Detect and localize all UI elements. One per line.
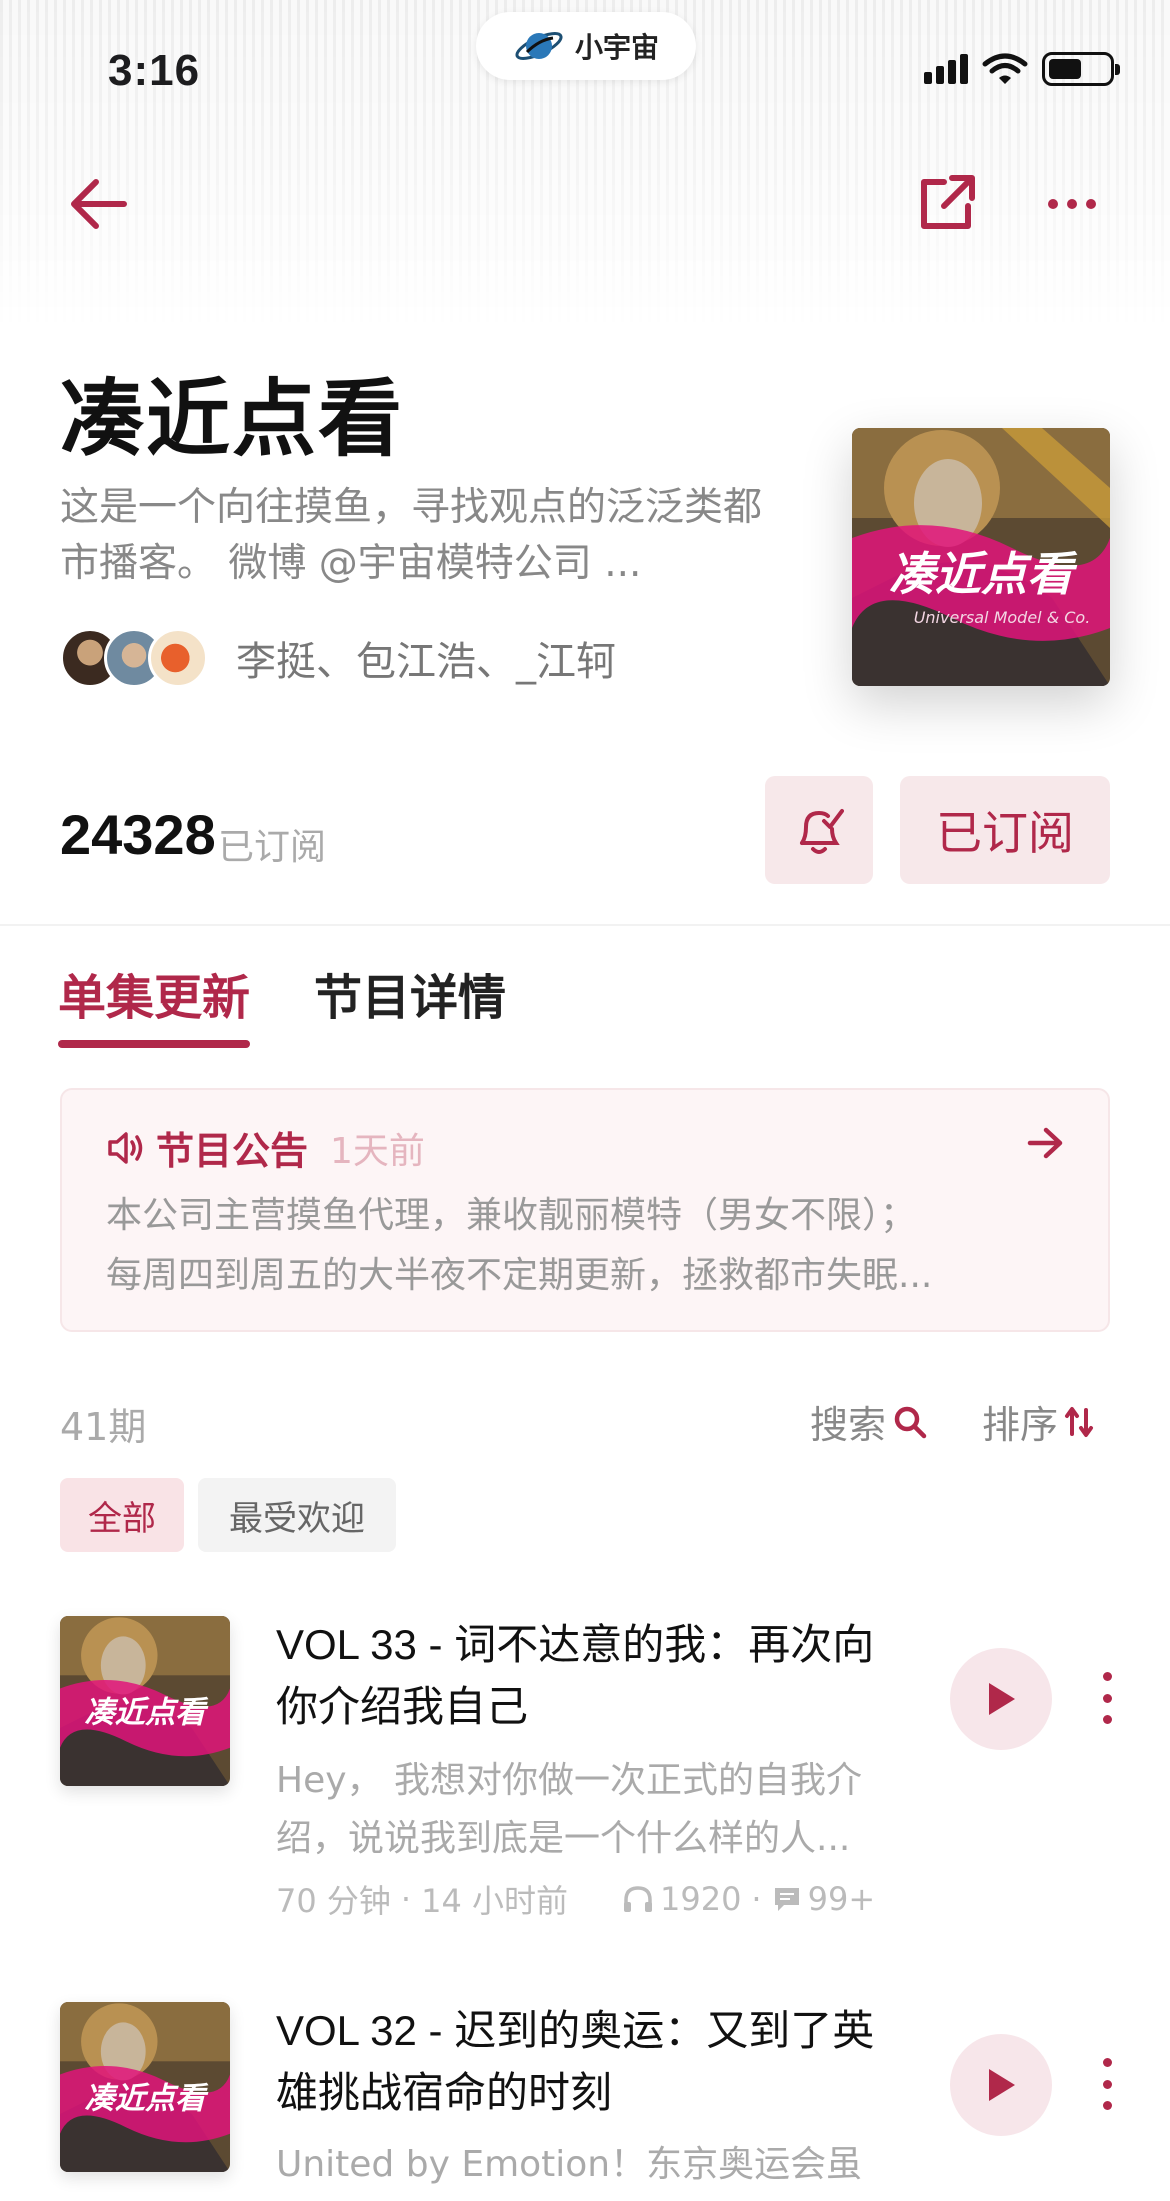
play-button[interactable]	[950, 2034, 1052, 2136]
sort-button[interactable]: 排序	[982, 1394, 1094, 1449]
episode-duration: 70 分钟	[276, 1882, 391, 1920]
podcast-title: 凑近点看	[60, 370, 405, 468]
battery-icon	[1042, 52, 1120, 86]
play-icon	[989, 1683, 1015, 1715]
play-button[interactable]	[950, 1648, 1052, 1750]
episode-comments: 99+	[807, 1880, 876, 1918]
podcast-description[interactable]: 这是一个向往摸鱼，寻找观点的泛泛类都市播客。 微博 @宇宙模特公司 ...	[60, 480, 780, 592]
wifi-icon	[982, 53, 1028, 84]
episode-more-icon[interactable]	[1100, 2058, 1114, 2110]
signal-icon	[924, 54, 968, 84]
sort-label: 排序	[982, 1403, 1059, 1447]
cover-artwork: 凑近点看	[60, 2002, 230, 2172]
bell-check-icon	[800, 809, 844, 854]
announcement-line: 每周四到周五的大半夜不定期更新，拯救都市失眠...	[106, 1255, 933, 1296]
status-time: 3:16	[108, 46, 201, 95]
announcement-body: 本公司主营摸鱼代理，兼收靓丽模特（男女不限）； 每周四到周五的大半夜不定期更新，…	[106, 1186, 1066, 1306]
announcement-line: 本公司主营摸鱼代理，兼收靓丽模特（男女不限）；	[106, 1195, 917, 1236]
episode-item[interactable]: 凑近点看 VOL 33 - 词不达意的我：再次向你介绍我自己 Hey， 我想对你…	[0, 1614, 1170, 1924]
back-arrow-icon[interactable]	[66, 176, 130, 232]
podcast-cover[interactable]: 凑近点看 Universal Model & Co.	[852, 428, 1110, 686]
episode-cover: 凑近点看	[60, 2002, 230, 2172]
episode-title: VOL 32 - 迟到的奥运：又到了英雄挑战宿命的时刻	[276, 2007, 875, 2116]
play-icon	[989, 2069, 1015, 2101]
episode-plays: 1920	[659, 1880, 742, 1918]
section-divider	[0, 924, 1170, 926]
tab-active-indicator	[58, 1040, 250, 1048]
episode-description: Hey， 我想对你做一次正式的自我介绍，说说我到底是一个什么样的人...	[276, 1760, 862, 1859]
announcement-card[interactable]: 节目公告 1天前 本公司主营摸鱼代理，兼收靓丽模特（男女不限）； 每周四到周五的…	[60, 1088, 1110, 1332]
sort-icon	[1065, 1406, 1094, 1437]
search-icon	[894, 1406, 927, 1438]
episode-item[interactable]: 凑近点看 VOL 32 - 迟到的奥运：又到了英雄挑战宿命的时刻 United …	[0, 2000, 1170, 2201]
cover-subtitle: Universal Model & Co.	[914, 608, 1091, 627]
episode-count: 41期	[60, 1405, 147, 1449]
episode-more-icon[interactable]	[1100, 1672, 1114, 1724]
cover-title: 凑近点看	[84, 2082, 209, 2117]
headphones-icon	[623, 1886, 652, 1912]
hosts-names: 李挺、包江浩、_江轲	[236, 639, 616, 685]
avatar	[148, 628, 208, 688]
subscriber-count: 24328	[60, 803, 216, 866]
search-label: 搜索	[810, 1403, 887, 1447]
share-icon[interactable]	[916, 172, 978, 234]
episode-cover: 凑近点看	[60, 1616, 230, 1786]
episode-published: 14 小时前	[421, 1882, 568, 1920]
cover-artwork: 凑近点看 Universal Model & Co.	[852, 428, 1110, 686]
tab-details[interactable]: 节目详情	[314, 958, 506, 1028]
tab-episodes[interactable]: 单集更新	[58, 958, 250, 1028]
search-button[interactable]: 搜索	[810, 1394, 928, 1449]
filter-popular[interactable]: 最受欢迎	[198, 1478, 396, 1552]
announcement-time: 1天前	[330, 1130, 425, 1172]
planet-icon	[515, 32, 563, 60]
episode-description: United by Emotion！东京奥运会虽	[276, 2144, 863, 2185]
episode-title: VOL 33 - 词不达意的我：再次向你介绍我自己	[276, 1621, 875, 1730]
cover-title: 凑近点看	[889, 547, 1078, 601]
subscribe-button[interactable]: 已订阅	[900, 776, 1110, 884]
app-pill-label: 小宇宙	[574, 31, 659, 64]
announcement-title: 节目公告	[156, 1129, 309, 1173]
cover-title: 凑近点看	[84, 1696, 209, 1731]
notification-button[interactable]	[765, 776, 873, 884]
app-pill[interactable]: 小宇宙	[476, 12, 696, 80]
speaker-icon	[108, 1131, 143, 1164]
subscriber-label: 已订阅	[218, 827, 327, 868]
episode-meta: 70 分钟 · 14 小时前 1920 · 99+	[276, 1876, 875, 1922]
filter-all[interactable]: 全部	[60, 1478, 184, 1552]
more-options-icon[interactable]	[1046, 196, 1098, 212]
arrow-right-icon[interactable]	[1026, 1126, 1066, 1160]
comment-icon	[774, 1888, 799, 1911]
cover-artwork: 凑近点看	[60, 1616, 230, 1786]
status-icons	[924, 52, 1120, 86]
hosts[interactable]: 李挺、包江浩、_江轲	[60, 628, 616, 688]
